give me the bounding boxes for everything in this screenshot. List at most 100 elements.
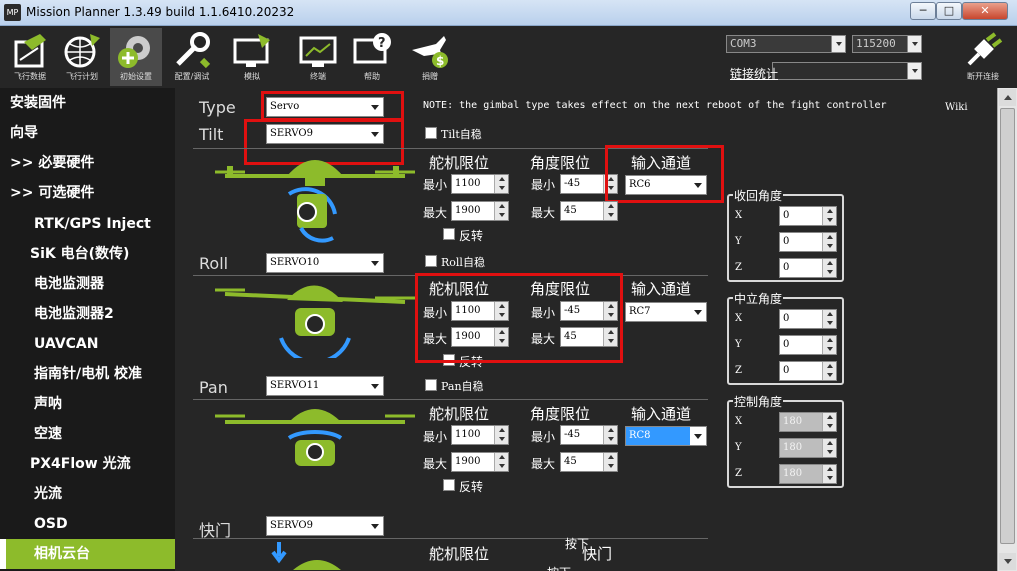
pan-stabilize-checkbox[interactable] (425, 379, 437, 391)
link-stats-link[interactable]: 链接统计 (730, 65, 778, 82)
spin-up-icon[interactable] (822, 233, 836, 242)
minimize-button[interactable]: ─ (910, 2, 936, 20)
toolbar-donate[interactable]: $ 捐赠 (404, 28, 456, 86)
pan-reverse-label: 反转 (459, 480, 484, 494)
sidebar-item-airspeed[interactable]: 空速 (0, 419, 175, 449)
pan-servo-max-label: 最大 (423, 457, 448, 471)
tilt-servo-min-label: 最小 (423, 178, 448, 192)
sidebar-item-battery-monitor-2[interactable]: 电池监测器2 (0, 299, 175, 329)
roll-stabilize-checkbox[interactable] (425, 255, 437, 267)
pan-reverse-checkbox[interactable] (443, 479, 455, 491)
spin-up-icon[interactable] (822, 259, 836, 268)
sidebar-item-rtk-gps-inject[interactable]: RTK/GPS Inject (0, 209, 175, 239)
spin-down-icon[interactable] (494, 435, 508, 444)
sidebar-item-px4flow[interactable]: PX4Flow 光流 (0, 449, 175, 479)
sidebar-item-sonar[interactable]: 声呐 (0, 389, 175, 419)
spin-up-icon[interactable] (603, 426, 617, 435)
sidebar-item-mandatory-hardware[interactable]: >> 必要硬件 (0, 148, 175, 178)
retract-y-input[interactable]: 0 (779, 232, 837, 252)
spin-up-icon[interactable] (822, 310, 836, 319)
sidebar-item-osd[interactable]: OSD (0, 509, 175, 539)
retract-z-input[interactable]: 0 (779, 258, 837, 278)
link-stats-select[interactable] (772, 62, 922, 80)
vertical-scrollbar[interactable] (997, 88, 1017, 571)
toolbar-help[interactable]: ? 帮助 (346, 28, 398, 86)
toolbar-label: 初始设置 (120, 72, 152, 81)
tilt-angle-max-input[interactable]: 45 (560, 201, 618, 221)
spin-up-icon[interactable] (822, 207, 836, 216)
pan-angle-min-input[interactable]: -45 (560, 425, 618, 445)
neutral-z-input[interactable]: 0 (779, 361, 837, 381)
spin-down-icon[interactable] (822, 268, 836, 277)
spin-up-icon[interactable] (494, 175, 508, 184)
sidebar-item-optional-hardware[interactable]: >> 可选硬件 (0, 178, 175, 208)
spin-down-icon[interactable] (494, 211, 508, 220)
title-bar: MP Mission Planner 1.3.49 build 1.1.6410… (0, 0, 1017, 26)
spin-up-icon[interactable] (603, 453, 617, 462)
spin-up-icon[interactable] (494, 202, 508, 211)
neutral-angle-title: 中立角度 (733, 290, 784, 307)
pan-angle-max-input[interactable]: 45 (560, 452, 618, 472)
toolbar-terminal[interactable]: 终端 (292, 28, 344, 86)
neutral-y-input[interactable]: 0 (779, 335, 837, 355)
retract-z-value: 0 (783, 262, 790, 273)
pan-servo-select[interactable]: SERVO11 (266, 376, 384, 396)
scroll-thumb[interactable] (1000, 108, 1015, 544)
com-port-select[interactable]: COM3 (726, 35, 846, 53)
spin-down-icon[interactable] (822, 216, 836, 225)
roll-servo-select[interactable]: SERVO10 (266, 253, 384, 273)
spin-down-icon[interactable] (494, 462, 508, 471)
tilt-reverse-checkbox[interactable] (443, 228, 455, 240)
shutter-servo-select[interactable]: SERVO9 (266, 516, 384, 536)
toolbar-simulation[interactable]: 模拟 (226, 28, 278, 86)
tilt-servo-max-input[interactable]: 1900 (451, 201, 509, 221)
spin-up-icon[interactable] (494, 426, 508, 435)
sidebar-item-sik-radio[interactable]: SiK 电台(数传) (0, 239, 175, 269)
sidebar-item-install-firmware[interactable]: 安装固件 (0, 88, 175, 118)
spin-up-icon[interactable] (822, 362, 836, 371)
sidebar-item-uavcan[interactable]: UAVCAN (0, 329, 175, 359)
roll-input-channel-select[interactable]: RC7 (625, 302, 707, 322)
retract-x-input[interactable]: 0 (779, 206, 837, 226)
tilt-angle-min-value: -45 (564, 178, 581, 189)
toolbar-initial-setup[interactable]: 初始设置 (110, 28, 162, 86)
neutral-x-input[interactable]: 0 (779, 309, 837, 329)
sidebar-item-battery-monitor[interactable]: 电池监测器 (0, 269, 175, 299)
spin-down-icon[interactable] (603, 462, 617, 471)
sidebar-item-camera-gimbal[interactable]: 相机云台 (0, 539, 175, 569)
close-button[interactable]: ✕ (962, 2, 1008, 20)
toolbar-config-tuning[interactable]: 配置/调试 (166, 28, 218, 86)
wiki-link[interactable]: Wiki (945, 102, 968, 113)
toolbar-flight-plan[interactable]: 飞行计划 (56, 28, 108, 86)
tilt-servo-min-input[interactable]: 1100 (451, 174, 509, 194)
roll-label: Roll (199, 254, 229, 273)
toolbar-flight-data[interactable]: 飞行数据 (4, 28, 56, 86)
scroll-down-icon[interactable] (999, 553, 1016, 570)
sidebar-item-optical-flow[interactable]: 光流 (0, 479, 175, 509)
sidebar-item-wizard[interactable]: 向导 (0, 118, 175, 148)
connect-button[interactable]: 断开连接 (955, 28, 1011, 86)
spin-down-icon[interactable] (822, 319, 836, 328)
spin-down-icon[interactable] (494, 184, 508, 193)
spin-down-icon[interactable] (822, 345, 836, 354)
spin-down-icon[interactable] (603, 435, 617, 444)
tilt-angle-max-label: 最大 (531, 206, 556, 220)
pan-input-channel-select[interactable]: RC8 (625, 426, 707, 446)
pan-servo-min-input[interactable]: 1100 (451, 425, 509, 445)
spin-up-icon[interactable] (822, 336, 836, 345)
spin-down-icon (822, 474, 836, 483)
spin-down-icon[interactable] (603, 211, 617, 220)
spin-down-icon[interactable] (822, 371, 836, 380)
spin-up-icon (822, 439, 836, 448)
maximize-button[interactable]: □ (936, 2, 962, 20)
sidebar-item-compass-motor-calib[interactable]: 指南针/电机 校准 (0, 359, 175, 389)
spin-down-icon[interactable] (822, 242, 836, 251)
spin-up-icon[interactable] (494, 453, 508, 462)
pan-servo-max-input[interactable]: 1900 (451, 452, 509, 472)
scroll-up-icon[interactable] (999, 89, 1016, 106)
chevron-down-icon (831, 36, 845, 52)
baud-rate-select[interactable]: 115200 (852, 35, 922, 53)
tilt-stabilize-checkbox[interactable] (425, 127, 437, 139)
neutral-x-value: 0 (783, 313, 790, 324)
spin-up-icon[interactable] (603, 202, 617, 211)
